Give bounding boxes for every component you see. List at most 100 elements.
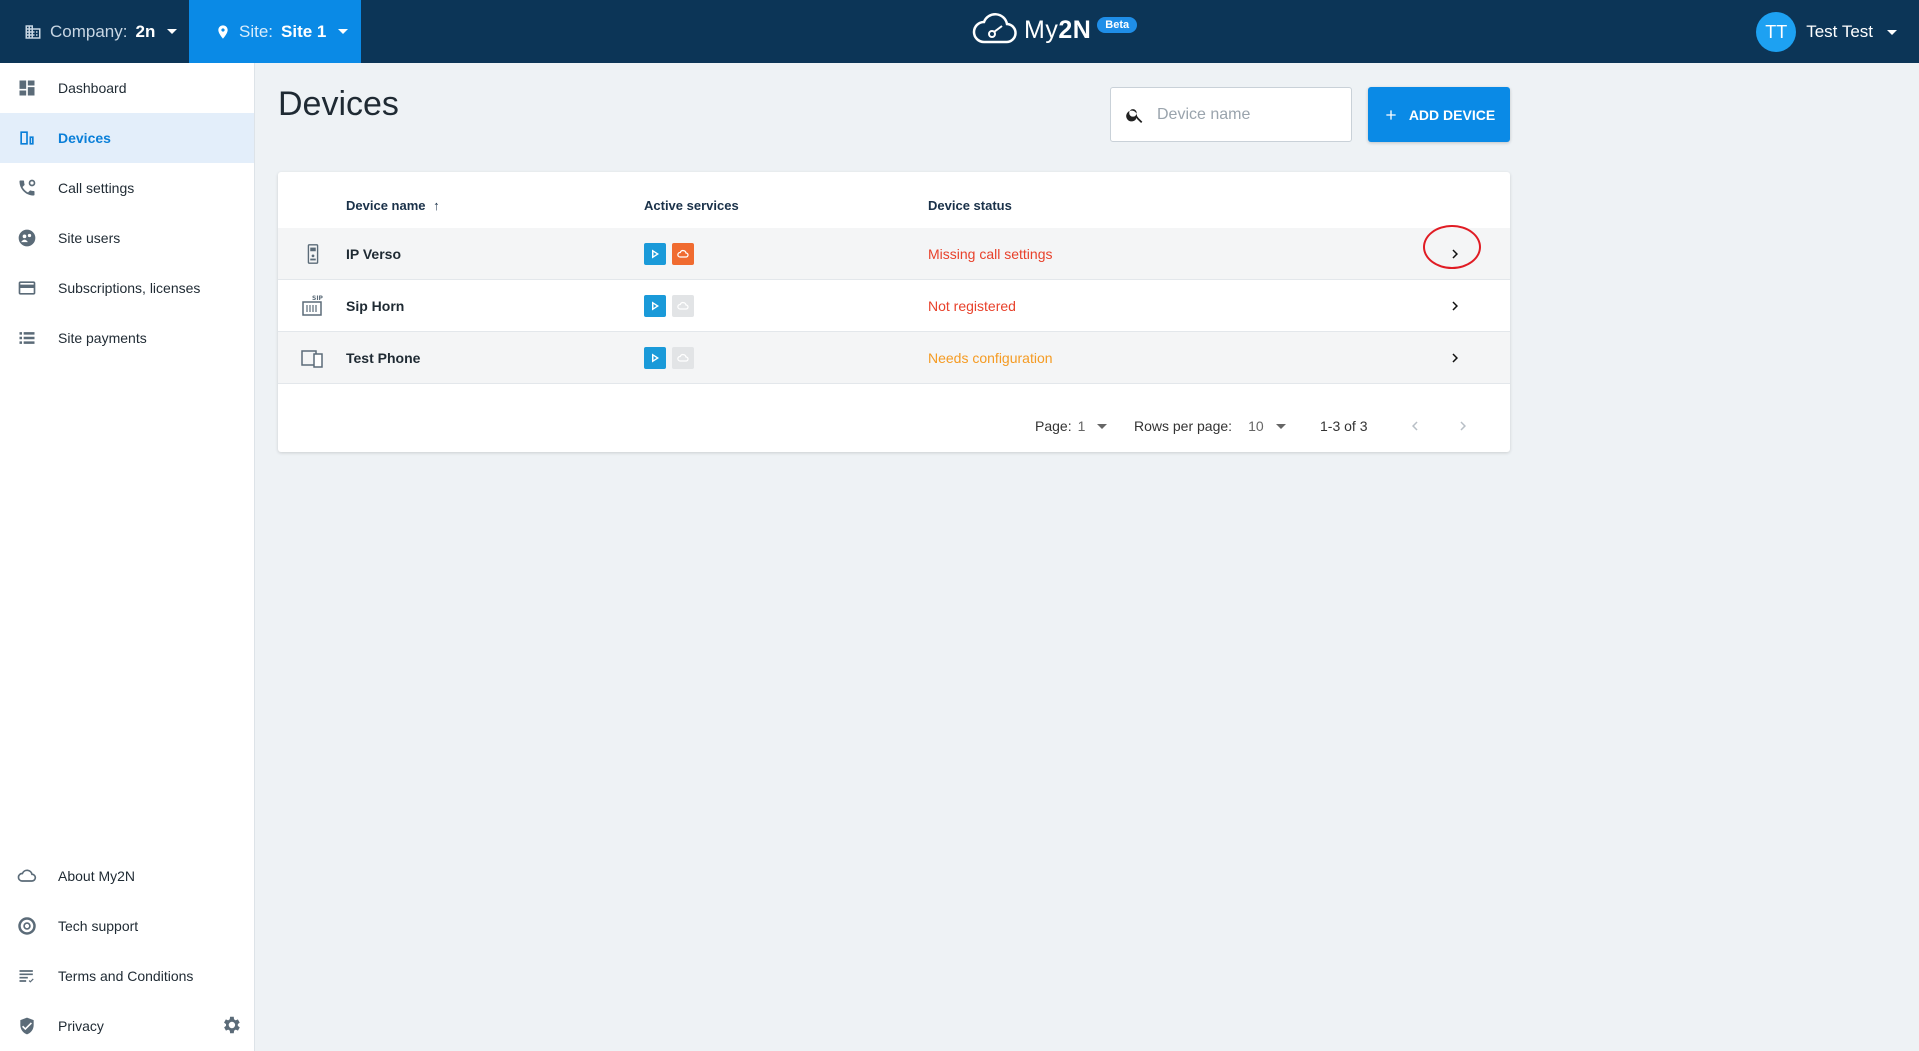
company-value: 2n — [135, 21, 156, 41]
sip-horn-device-icon: SIP — [300, 280, 324, 331]
beta-badge: Beta — [1097, 17, 1138, 33]
sidebar-item-dashboard[interactable]: Dashboard — [0, 63, 254, 113]
device-name: Sip Horn — [346, 297, 405, 314]
sidebar-item-devices[interactable]: Devices — [0, 113, 254, 163]
search-box[interactable] — [1110, 87, 1352, 142]
devices-icon — [16, 127, 38, 149]
add-device-label: ADD DEVICE — [1408, 106, 1496, 123]
sidebar-item-subscriptions[interactable]: Subscriptions, licenses — [0, 263, 254, 313]
table-row[interactable]: Test Phone Needs configuration — [278, 332, 1510, 384]
sidebar-footer: About My2N Tech support Terms and Condit… — [0, 851, 254, 1051]
search-input[interactable] — [1155, 104, 1339, 125]
row-detail-chevron-icon[interactable] — [1446, 332, 1464, 383]
sidebar-item-label: Tech support — [58, 918, 139, 934]
page-title: Devices — [278, 85, 399, 123]
sidebar-item-terms[interactable]: Terms and Conditions — [0, 951, 254, 1001]
cloud-icon — [16, 865, 38, 887]
device-name: Test Phone — [346, 349, 421, 366]
rows-per-page-selector[interactable]: Rows per page: 10 — [1134, 400, 1286, 452]
user-menu[interactable]: TT Test Test — [1756, 12, 1897, 52]
sidebar-item-label: Devices — [58, 130, 111, 146]
site-selector[interactable]: Site: Site 1 — [189, 0, 361, 63]
row-detail-chevron-icon[interactable] — [1446, 280, 1464, 331]
active-services — [644, 228, 700, 279]
sidebar: Dashboard Devices Call settings Site use… — [0, 63, 255, 1051]
page-selector[interactable]: Page: 1 — [1035, 400, 1108, 452]
table-row[interactable]: SIP Sip Horn Not registered — [278, 280, 1510, 332]
page-value: 1 — [1077, 418, 1086, 434]
header-device-name[interactable]: Device name ↑ — [346, 198, 440, 213]
active-services — [644, 332, 700, 383]
header-device-status: Device status — [928, 198, 1012, 213]
avatar: TT — [1756, 12, 1797, 52]
my2n-app-service-icon — [644, 346, 666, 369]
device-status: Missing call settings — [928, 245, 1053, 262]
rows-per-page-label: Rows per page: — [1134, 418, 1233, 434]
chevron-down-icon — [338, 29, 349, 34]
phone-settings-icon — [16, 177, 38, 199]
cloud-service-icon — [672, 346, 694, 369]
dashboard-icon — [16, 77, 38, 99]
chevron-down-icon — [167, 29, 178, 34]
device-status: Not registered — [928, 297, 1016, 314]
plus-icon — [1386, 109, 1396, 120]
sidebar-item-about[interactable]: About My2N — [0, 851, 254, 901]
devices-table: Device name ↑ Active services Device sta… — [278, 172, 1510, 452]
site-label: Site: — [239, 21, 274, 41]
previous-page-icon[interactable] — [1406, 400, 1424, 452]
gear-icon[interactable] — [220, 1014, 242, 1039]
my2n-app-service-icon — [644, 242, 666, 265]
sidebar-item-site-users[interactable]: Site users — [0, 213, 254, 263]
chevron-down-icon — [1275, 423, 1286, 429]
terms-icon — [16, 965, 38, 987]
intercom-device-icon — [302, 228, 324, 279]
sidebar-item-label: Subscriptions, licenses — [58, 280, 201, 296]
page-label: Page: — [1035, 418, 1072, 434]
svg-text:SIP: SIP — [312, 295, 324, 302]
device-name: IP Verso — [346, 245, 402, 262]
company-selector[interactable]: Company: 2n — [0, 0, 189, 63]
card-icon — [16, 277, 38, 299]
add-device-button[interactable]: ADD DEVICE — [1368, 87, 1510, 142]
top-bar: Company: 2n Site: Site 1 My2N Beta TT Te… — [0, 0, 1919, 63]
cloud-service-icon — [672, 242, 694, 265]
device-status: Needs configuration — [928, 349, 1053, 366]
sidebar-item-tech-support[interactable]: Tech support — [0, 901, 254, 951]
my2n-app-service-icon — [644, 294, 666, 317]
sidebar-item-site-payments[interactable]: Site payments — [0, 313, 254, 363]
phone-device-icon — [300, 332, 324, 383]
cloud-logo-icon — [972, 13, 1017, 44]
pagination: Page: 1 Rows per page: 10 1-3 of 3 — [278, 400, 1510, 452]
header-active-services: Active services — [644, 198, 739, 213]
my2n-logo: My2N Beta — [972, 12, 1138, 48]
sort-arrow-up-icon: ↑ — [433, 198, 440, 213]
next-page-icon[interactable] — [1454, 400, 1472, 452]
sidebar-item-label: Call settings — [58, 180, 135, 196]
highlight-circle — [1423, 225, 1481, 269]
active-services — [644, 280, 700, 331]
site-value: Site 1 — [281, 21, 327, 41]
sidebar-item-privacy[interactable]: Privacy — [0, 1001, 254, 1051]
table-header: Device name ↑ Active services Device sta… — [278, 172, 1510, 229]
user-name: Test Test — [1806, 22, 1873, 41]
table-row[interactable]: IP Verso Missing call settings — [278, 225, 1510, 280]
logo-text: My2N — [1024, 15, 1092, 44]
chevron-down-icon — [1097, 423, 1108, 429]
sidebar-item-label: Terms and Conditions — [58, 968, 194, 984]
search-icon — [1126, 108, 1143, 123]
cloud-service-icon — [672, 294, 694, 317]
list-icon — [16, 327, 38, 349]
chevron-down-icon — [1887, 29, 1897, 35]
sidebar-item-label: About My2N — [58, 868, 136, 884]
rows-per-page-value: 10 — [1248, 418, 1264, 434]
support-icon — [16, 915, 38, 937]
company-label: Company: — [50, 21, 128, 41]
users-icon — [16, 227, 38, 249]
sidebar-item-label: Dashboard — [58, 80, 127, 96]
shield-icon — [16, 1015, 38, 1037]
sidebar-item-call-settings[interactable]: Call settings — [0, 163, 254, 213]
sidebar-item-label: Site users — [58, 230, 121, 246]
sidebar-item-label: Site payments — [58, 330, 147, 346]
page-range: 1-3 of 3 — [1320, 418, 1368, 434]
location-pin-icon — [218, 24, 228, 39]
